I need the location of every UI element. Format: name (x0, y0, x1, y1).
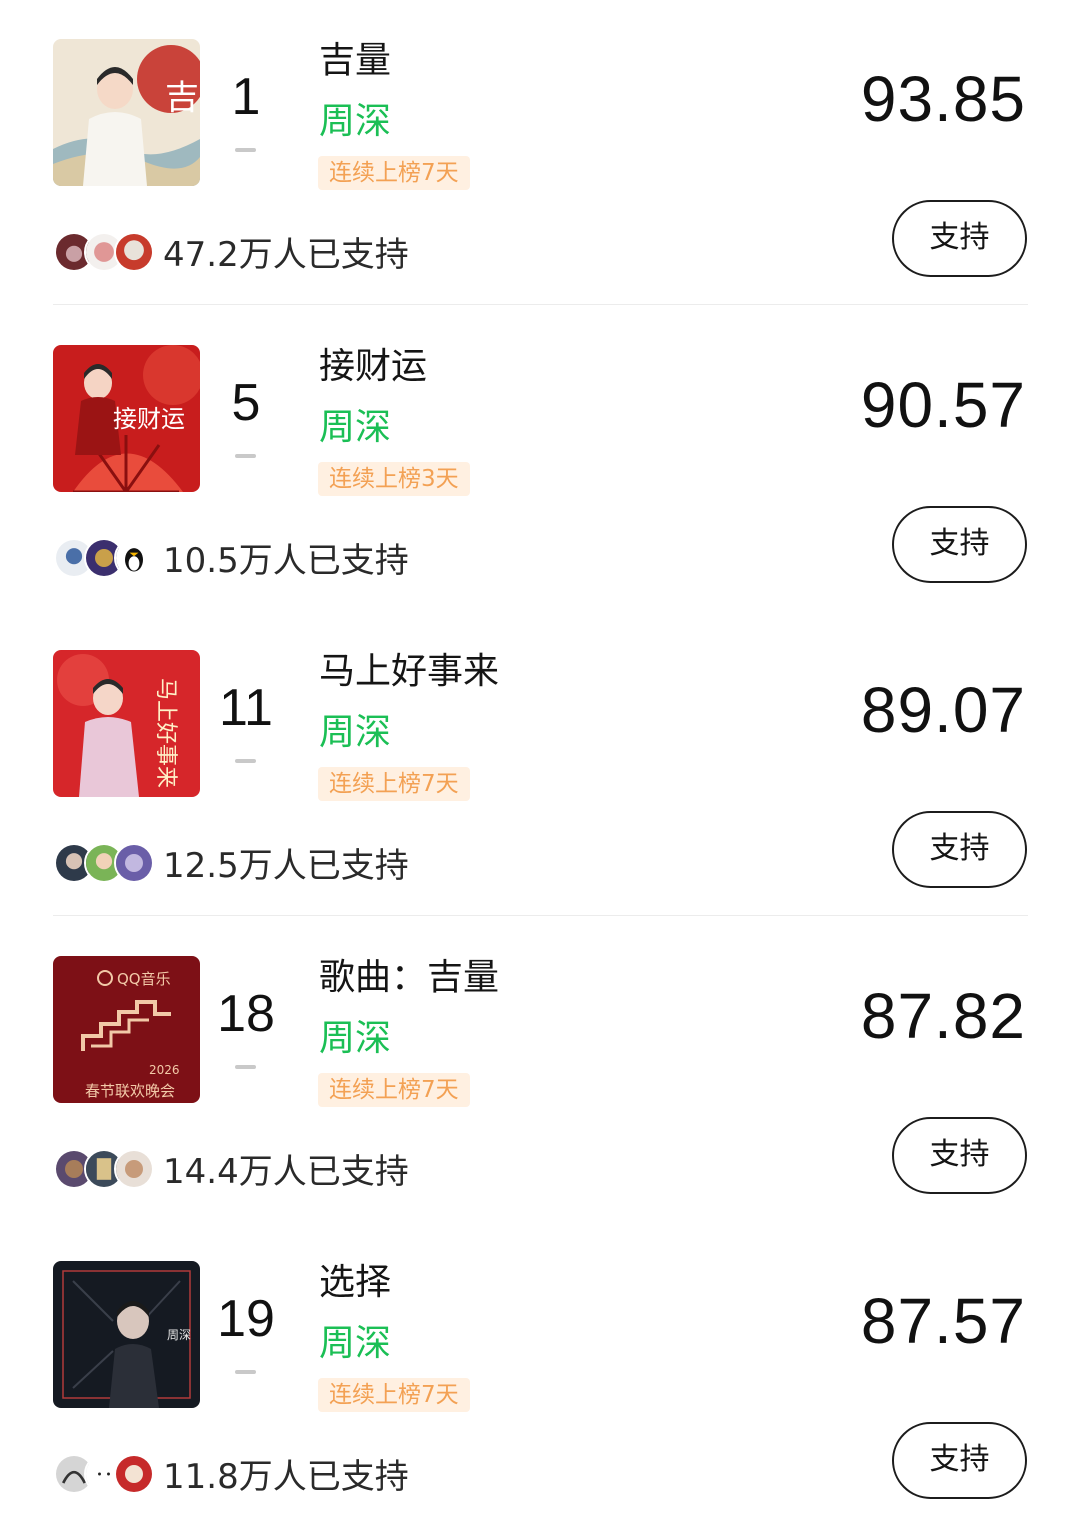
support-button[interactable]: 支持 (892, 1422, 1027, 1499)
supporter-avatars (54, 1454, 154, 1494)
score: 87.57 (860, 1285, 1026, 1357)
cover-year: 2026 (149, 1063, 180, 1077)
supporter-count: 14.4万人已支持 (163, 1152, 409, 1192)
song-title[interactable]: 接财运 (319, 344, 427, 390)
rank-trend-flat-icon (235, 454, 256, 458)
rank-trend-flat-icon (235, 1065, 256, 1069)
rank-trend-flat-icon (235, 759, 256, 763)
album-cover[interactable]: 吉量 (53, 39, 200, 186)
score: 89.07 (860, 674, 1026, 746)
chart-list: 吉量 1 吉量 周深 连续上榜7天 93.85 47.2万人已支持 支持 (0, 0, 1080, 1524)
divider (53, 304, 1028, 305)
supporter-avatars (54, 232, 154, 272)
support-button[interactable]: 支持 (892, 506, 1027, 583)
score: 90.57 (860, 369, 1026, 441)
rank-trend-flat-icon (235, 1370, 256, 1374)
song-title[interactable]: 选择 (319, 1260, 391, 1306)
streak-badge: 连续上榜7天 (318, 767, 470, 801)
rank-number: 19 (217, 1290, 275, 1348)
support-button[interactable]: 支持 (892, 811, 1027, 888)
cover-title: 周深 (167, 1328, 191, 1342)
supporter-count: 12.5万人已支持 (163, 846, 409, 886)
divider (53, 915, 1028, 916)
artist-name[interactable]: 周深 (319, 710, 391, 756)
rank-number: 1 (231, 68, 261, 126)
supporter-count: 11.8万人已支持 (163, 1457, 409, 1497)
avatar (114, 843, 154, 883)
supporter-avatars (54, 843, 154, 883)
supporter-avatars (54, 538, 154, 578)
rank-number: 5 (231, 374, 261, 432)
album-cover[interactable]: 周深 (53, 1261, 200, 1408)
list-item[interactable]: 吉量 1 吉量 周深 连续上榜7天 93.85 47.2万人已支持 支持 (0, 0, 1080, 306)
artist-name[interactable]: 周深 (319, 1016, 391, 1062)
album-cover[interactable]: QQ音乐 2026 春节联欢晚会 (53, 956, 200, 1103)
score: 87.82 (860, 980, 1026, 1052)
artist-name[interactable]: 周深 (319, 1321, 391, 1367)
song-title[interactable]: 马上好事来 (319, 649, 499, 695)
streak-badge: 连续上榜7天 (318, 156, 470, 190)
streak-badge: 连续上榜7天 (318, 1378, 470, 1412)
list-item[interactable]: 接财运 5 接财运 周深 连续上榜3天 90.57 10.5万人已支持 支持 (0, 306, 1080, 612)
avatar (114, 1454, 154, 1494)
avatar (114, 1149, 154, 1189)
cover-title: 吉量 (165, 78, 200, 118)
cover-caption: 春节联欢晚会 (85, 1082, 175, 1100)
score: 93.85 (860, 63, 1026, 135)
artist-name[interactable]: 周深 (319, 99, 391, 145)
streak-badge: 连续上榜7天 (318, 1073, 470, 1107)
album-cover[interactable]: 马上好事来 (53, 650, 200, 797)
streak-badge: 连续上榜3天 (318, 462, 470, 496)
avatar (114, 538, 154, 578)
avatar (114, 232, 154, 272)
list-item[interactable]: 周深 19 选择 周深 连续上榜7天 87.57 11.8万人已支持 支持 (0, 1222, 1080, 1528)
rank-number: 18 (217, 985, 275, 1043)
rank-trend-flat-icon (235, 148, 256, 152)
list-item[interactable]: 马上好事来 11 马上好事来 周深 连续上榜7天 89.07 12.5万人已支持… (0, 611, 1080, 917)
cover-title: 马上好事来 (153, 678, 178, 788)
cover-title: QQ音乐 (117, 970, 171, 988)
song-title[interactable]: 吉量 (319, 38, 391, 84)
supporter-count: 10.5万人已支持 (163, 541, 409, 581)
rank-number: 11 (219, 679, 273, 737)
support-button[interactable]: 支持 (892, 1117, 1027, 1194)
song-title[interactable]: 歌曲：吉量 (319, 955, 499, 1001)
support-button[interactable]: 支持 (892, 200, 1027, 277)
artist-name[interactable]: 周深 (319, 405, 391, 451)
supporter-avatars (54, 1149, 154, 1189)
list-item[interactable]: QQ音乐 2026 春节联欢晚会 18 歌曲：吉量 周深 连续上榜7天 87.8… (0, 917, 1080, 1223)
album-cover[interactable]: 接财运 (53, 345, 200, 492)
cover-title: 接财运 (113, 405, 185, 433)
supporter-count: 47.2万人已支持 (163, 235, 409, 275)
